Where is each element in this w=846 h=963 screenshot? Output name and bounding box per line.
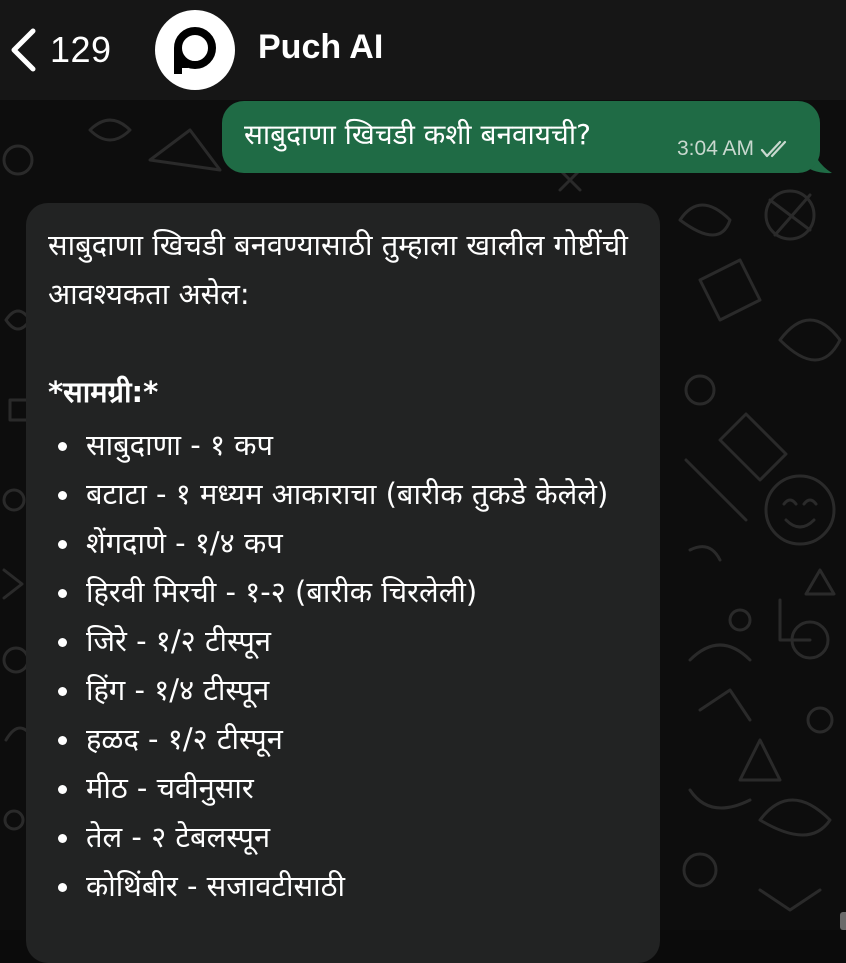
list-item: शेंगदाणे - १/४ कप [48, 519, 638, 568]
back-button[interactable]: 129 [8, 25, 112, 75]
chevron-left-icon [11, 28, 36, 72]
list-item: तेल - २ टेबलस्पून [48, 813, 638, 862]
avatar[interactable] [155, 10, 235, 90]
outgoing-message-text: साबुदाणा खिचडी कशी बनवायची? [244, 118, 591, 151]
scrollbar[interactable] [840, 912, 846, 930]
ingredients-list: साबुदाणा - १ कप बटाटा - १ मध्यम आकाराचा … [48, 421, 638, 911]
contact-name[interactable]: Puch AI [258, 28, 383, 67]
list-item: कोथिंबीर - सजावटीसाठी [48, 862, 638, 911]
unread-count: 129 [50, 29, 112, 70]
message-meta: 3:04 AM [677, 137, 792, 161]
puch-logo-icon [174, 27, 216, 74]
list-item: मीठ - चवीनुसार [48, 764, 638, 813]
incoming-message[interactable]: साबुदाणा खिचडी बनवण्यासाठी तुम्हाला खाली… [26, 203, 660, 963]
message-time: 3:04 AM [677, 137, 755, 160]
chat-header: 129 Puch AI [0, 0, 846, 100]
outgoing-message[interactable]: साबुदाणा खिचडी कशी बनवायची? 3:04 AM [222, 101, 820, 173]
incoming-message-intro: साबुदाणा खिचडी बनवण्यासाठी तुम्हाला खाली… [48, 228, 628, 311]
double-check-icon [760, 140, 787, 158]
list-item: जिरे - १/२ टीस्पून [48, 617, 638, 666]
ingredients-heading: *सामग्री:* [48, 375, 159, 409]
list-item: साबुदाणा - १ कप [48, 421, 638, 470]
list-item: हळद - १/२ टीस्पून [48, 715, 638, 764]
list-item: बटाटा - १ मध्यम आकाराचा (बारीक तुकडे केल… [48, 470, 638, 519]
list-item: हिंग - १/४ टीस्पून [48, 666, 638, 715]
list-item: हिरवी मिरची - १-२ (बारीक चिरलेली) [48, 568, 638, 617]
